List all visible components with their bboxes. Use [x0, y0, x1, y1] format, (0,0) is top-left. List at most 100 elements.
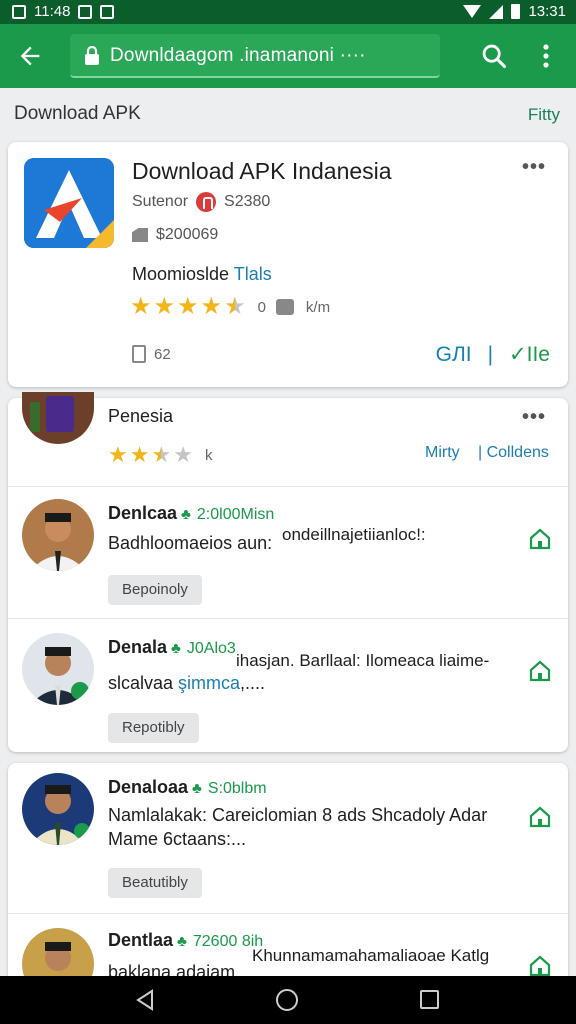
- mode-accent[interactable]: Tlals: [234, 264, 272, 284]
- section-title: Download APK: [14, 103, 141, 124]
- featured-thumbnail[interactable]: [22, 392, 94, 444]
- category-chip[interactable]: Repotibly: [108, 713, 199, 743]
- related-list-card-2: Denaloaa ♣ S:0blbm Namlalakak: Careiclomia…: [8, 763, 568, 976]
- app-bar: Downldaagom .inamanoni ····: [0, 24, 576, 88]
- leaf-icon: ♣: [192, 780, 202, 797]
- app-card[interactable]: Download APK Indanesia ••• Sutenor S2380…: [8, 142, 568, 387]
- leaf-icon: ♣: [171, 640, 181, 657]
- url-bar[interactable]: Downldaagom .inamanoni ····: [70, 34, 440, 78]
- app-size: 62: [132, 345, 171, 363]
- category-chip[interactable]: Bepoinoly: [108, 575, 202, 605]
- price-value: $200069: [156, 226, 219, 243]
- system-nav-bar: [0, 976, 576, 1024]
- home-icon[interactable]: [528, 805, 552, 829]
- avatar: [22, 499, 94, 571]
- overflow-menu-icon[interactable]: [536, 42, 556, 70]
- list-item[interactable]: Denaloaa ♣ S:0blbm Namlalakak: Careiclomia…: [8, 763, 568, 913]
- back-arrow-icon[interactable]: [16, 42, 44, 70]
- star-half-icon: ★: [151, 442, 172, 467]
- developer-badge-icon: [196, 192, 217, 212]
- home-icon[interactable]: [528, 527, 552, 551]
- list-item-title: Denlcaa ♣ 2:0l00Misn: [108, 503, 274, 524]
- app-logo: [24, 158, 114, 248]
- package-icon: [132, 345, 146, 363]
- developer-badge-value: S2380: [224, 193, 271, 210]
- featured-link-right[interactable]: | Colldens: [478, 444, 549, 462]
- lock-icon: [85, 46, 99, 65]
- avatar: [22, 928, 94, 976]
- app-price: $200069: [132, 226, 218, 244]
- list-item-text: Khunnamamahamaliaoae Katlg: [252, 946, 490, 965]
- avatar: [22, 773, 94, 845]
- item-name: Dentlaa: [108, 930, 174, 950]
- list-item-text: slcalvaa şimmca,....: [108, 671, 265, 695]
- star-empty-icon: ★: [173, 442, 193, 467]
- nav-recents-icon[interactable]: [420, 990, 439, 1009]
- home-notification-icon: [100, 4, 115, 19]
- rating-count: 0: [257, 298, 266, 316]
- gallery-notification-icon: [12, 4, 26, 19]
- item-meta: S:0blbm: [207, 780, 267, 797]
- avatar: [22, 633, 94, 705]
- list-item[interactable]: Denlcaa ♣ 2:0l00Misn Badhloomaeios aun: on…: [8, 486, 568, 618]
- list-item[interactable]: Dentlaa ♣ 72600 8ih Khunnamamahamaliaoae K…: [8, 913, 568, 976]
- featured-rating-unit: k: [204, 446, 213, 464]
- install-button[interactable]: ✓IIe: [509, 342, 550, 367]
- list-item-text-2: Mame 6ctaans:...: [108, 829, 247, 849]
- app-rating: ★ ★ ★ ★ ★ 0 k/m: [130, 295, 330, 319]
- featured-title[interactable]: Penesia: [108, 406, 173, 427]
- featured-rating: ★ ★ ★ ★ k: [108, 444, 212, 466]
- star-icon: ★: [130, 293, 152, 320]
- list-item-title: Denaloaa ♣ S:0blbm: [108, 777, 267, 798]
- developer-name: Sutenor: [132, 193, 189, 210]
- featured-link-left[interactable]: Mirty: [425, 444, 460, 462]
- item-text-accent[interactable]: şimmca: [178, 673, 240, 693]
- mail-notification-icon: [78, 4, 93, 19]
- item-name: Denala: [108, 637, 168, 657]
- item-meta: 2:0l00Misn: [196, 506, 275, 523]
- nav-home-icon[interactable]: [276, 989, 298, 1011]
- star-icon: ★: [153, 293, 176, 320]
- size-value: 62: [154, 345, 171, 363]
- store-icon: [275, 299, 294, 315]
- status-time: 13:31: [528, 3, 566, 20]
- search-icon[interactable]: [480, 42, 508, 70]
- star-half-icon: ★: [224, 293, 246, 320]
- rating-unit: k/m: [305, 298, 331, 316]
- price-tag-icon: [132, 228, 148, 242]
- app-title: Download APK Indanesia: [132, 158, 392, 184]
- app-card-menu-icon[interactable]: •••: [522, 156, 546, 179]
- action-divider: |: [487, 342, 494, 366]
- home-icon[interactable]: [528, 659, 552, 683]
- leaf-icon: ♣: [181, 506, 191, 523]
- list-item[interactable]: Denala ♣ J0Alo3 ihasjan. Barllaal: Ilomeac…: [8, 618, 568, 752]
- app-actions: GЛI | ✓IIe: [436, 342, 550, 367]
- item-meta: J0Alo3: [186, 640, 236, 657]
- item-text-end: ,....: [240, 673, 266, 693]
- section-filter-link[interactable]: Fitty: [528, 105, 560, 125]
- list-item-text-tail: ondeillnajetiianloc!:: [282, 525, 426, 544]
- list-item-text-2: baklana adaiam: [108, 962, 236, 976]
- nav-back-icon[interactable]: [134, 989, 156, 1011]
- item-name: Denaloaa: [108, 777, 189, 797]
- battery-icon: [511, 4, 521, 19]
- list-item-title: Dentlaa ♣ 72600 8ih: [108, 930, 263, 951]
- url-text: Downldaagom .inamanoni ····: [110, 45, 366, 66]
- related-list-card: Penesia ••• ★ ★ ★ ★ k Mirty | Colldens D…: [8, 392, 568, 752]
- mode-label: Moomioslde: [132, 264, 230, 284]
- app-developer[interactable]: Sutenor S2380: [132, 192, 270, 212]
- app-mode: Moomioslde Tlals: [132, 264, 272, 285]
- star-icon: ★: [129, 442, 150, 467]
- leaf-icon: ♣: [177, 933, 187, 950]
- star-icon: ★: [177, 293, 199, 320]
- home-icon[interactable]: [528, 954, 552, 976]
- item-text: slcalvaa: [108, 673, 179, 693]
- status-bar: 11:48 13:31: [0, 0, 576, 24]
- open-button[interactable]: GЛI: [436, 343, 472, 367]
- featured-menu-icon[interactable]: •••: [522, 406, 546, 429]
- status-time-left: 11:48: [34, 3, 71, 20]
- category-chip[interactable]: Beatutibly: [108, 868, 202, 898]
- star-icon: ★: [108, 442, 128, 467]
- signal-icon: [489, 4, 504, 19]
- item-name: Denlcaa: [108, 503, 178, 523]
